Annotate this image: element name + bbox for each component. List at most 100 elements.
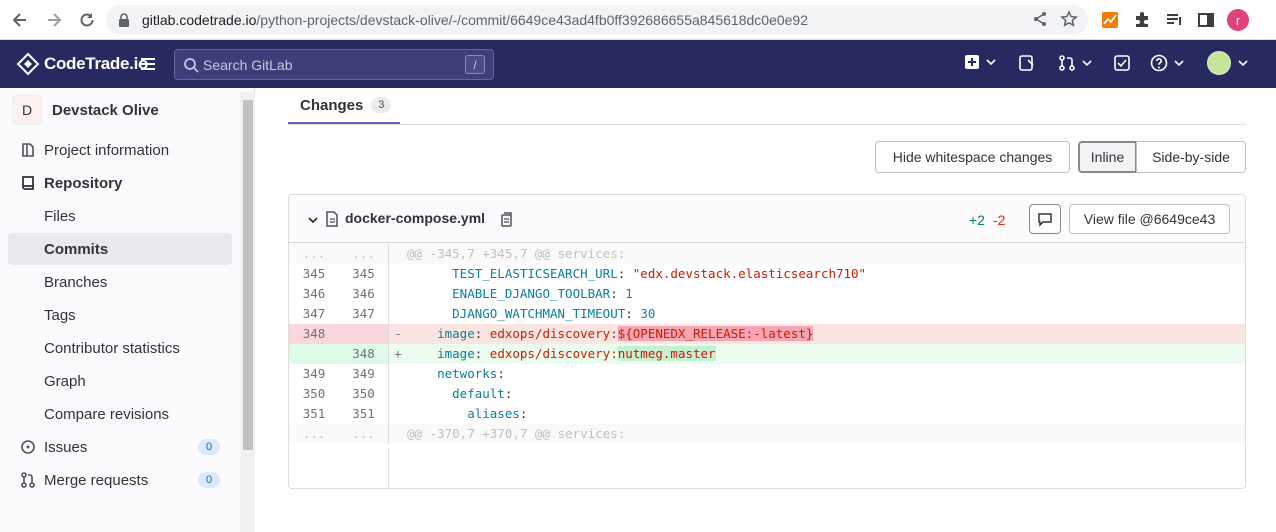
comment-button[interactable]: [1029, 204, 1061, 234]
old-line-number[interactable]: 346: [289, 284, 339, 304]
chevron-down-icon: [986, 59, 996, 66]
diff-file-header: docker-compose.yml +2 -2 View file @6649…: [289, 195, 1245, 243]
new-line-number[interactable]: 348: [339, 344, 389, 364]
new-line-number[interactable]: 347: [339, 304, 389, 324]
hunk-text: @@ -345,7 +345,7 @@ services:: [407, 246, 626, 261]
gitlab-top-nav: CodeTrade.io Search GitLab /: [0, 40, 1276, 88]
sidebar-scrollbar-thumb[interactable]: [243, 100, 253, 450]
old-line-number[interactable]: 347: [289, 304, 339, 324]
line-code: TEST_ELASTICSEARCH_URL: "edx.devstack.el…: [407, 266, 867, 281]
view-file-button[interactable]: View file @6649ce43: [1069, 204, 1230, 234]
side-panel-icon[interactable]: [1196, 10, 1216, 30]
sidebar-item-compare-revisions[interactable]: Compare revisions: [8, 398, 232, 430]
sidebar-item-label: Graph: [44, 372, 86, 390]
help-dropdown[interactable]: [1150, 54, 1184, 72]
reload-icon[interactable]: [77, 10, 97, 30]
merge-request-icon: [1059, 55, 1075, 71]
line-code: ENABLE_DJANGO_TOOLBAR: 1: [407, 286, 633, 301]
sidebar-item-branches[interactable]: Branches: [8, 266, 232, 298]
hunk-text: @@ -370,7 +370,7 @@ services:: [407, 426, 626, 441]
diff-file-name[interactable]: docker-compose.yml: [345, 210, 485, 226]
profile-avatar[interactable]: r: [1227, 9, 1249, 31]
new-line-number[interactable]: 350: [339, 384, 389, 404]
logo-icon: [16, 52, 40, 76]
diff-line: 350 350 default:: [289, 384, 1245, 404]
hide-whitespace-button[interactable]: Hide whitespace changes: [875, 141, 1070, 173]
changes-count-badge: 3: [371, 97, 392, 113]
old-line-number[interactable]: 349: [289, 364, 339, 384]
diff-line-added: 348 + image: edxops/discovery:nutmeg.mas…: [289, 344, 1245, 364]
copy-path-icon[interactable]: [499, 211, 513, 230]
share-icon[interactable]: [1032, 11, 1048, 30]
tab-changes[interactable]: Changes 3: [288, 88, 400, 124]
sidebar-item-issues[interactable]: Issues 0: [8, 431, 232, 463]
sidebar-item-label: Merge requests: [44, 471, 149, 489]
sidebar-item-contributor-statistics[interactable]: Contributor statistics: [8, 332, 232, 364]
new-line-number[interactable]: 346: [339, 284, 389, 304]
help-icon: [1150, 54, 1168, 72]
sidebar-item-graph[interactable]: Graph: [8, 365, 232, 397]
sidebar-item-label: Project information: [44, 141, 170, 159]
old-line-number[interactable]: ...: [289, 244, 339, 264]
browser-toolbar: gitlab.codetrade.io/python-projects/devs…: [0, 0, 1276, 40]
diff-hunk-header: ... ... @@ -370,7 +370,7 @@ services:: [289, 424, 1245, 444]
search-input[interactable]: Search GitLab /: [174, 49, 494, 80]
new-line-number[interactable]: [339, 324, 389, 344]
old-line-number[interactable]: 350: [289, 384, 339, 404]
merge-requests-nav-dropdown[interactable]: [1058, 54, 1092, 72]
project-avatar: D: [12, 95, 42, 125]
new-line-number[interactable]: 349: [339, 364, 389, 384]
old-line-number[interactable]: [289, 344, 339, 364]
diff-hunk-header: ... ... @@ -345,7 +345,7 @@ services:: [289, 244, 1245, 264]
deletions-count: -2: [993, 212, 1006, 228]
sidebar-item-commits[interactable]: Commits: [8, 233, 232, 265]
sidebar-item-merge-requests[interactable]: Merge requests 0: [8, 464, 232, 496]
address-bar[interactable]: gitlab.codetrade.io/python-projects/devs…: [106, 5, 1088, 35]
forward-arrow-icon[interactable]: [44, 10, 64, 30]
line-code: DJANGO_WATCHMAN_TIMEOUT: 30: [407, 306, 656, 321]
sidebar-item-files[interactable]: Files: [8, 200, 232, 232]
extension-chart-icon[interactable]: [1100, 10, 1120, 30]
file-icon: [325, 211, 339, 230]
sidebar-item-label: Repository: [44, 174, 123, 192]
chevron-down-icon[interactable]: [307, 213, 319, 229]
tab-label: Changes: [300, 96, 364, 114]
diff-line: 351 351 aliases:: [289, 404, 1245, 424]
line-code: networks:: [407, 366, 505, 381]
old-line-number[interactable]: 351: [289, 404, 339, 424]
old-line-number[interactable]: 345: [289, 264, 339, 284]
logo-text: CodeTrade.io: [44, 54, 149, 73]
inline-view-button[interactable]: Inline: [1078, 141, 1137, 173]
back-arrow-icon[interactable]: [10, 10, 30, 30]
user-avatar[interactable]: [1207, 51, 1231, 75]
side-by-side-view-button[interactable]: Side-by-side: [1136, 141, 1246, 173]
issues-nav-icon[interactable]: [1018, 54, 1036, 72]
new-line-number[interactable]: ...: [339, 424, 389, 444]
codetrade-logo[interactable]: CodeTrade.io: [16, 52, 148, 76]
line-code: aliases:: [407, 406, 528, 421]
project-header[interactable]: D Devstack Olive: [12, 95, 159, 125]
old-line-number[interactable]: 348: [289, 324, 339, 344]
line-code: image: edxops/discovery:nutmeg.master: [407, 346, 716, 361]
old-line-number[interactable]: ...: [289, 424, 339, 444]
diff-line: 349 349 networks:: [289, 364, 1245, 384]
sidebar-item-label: Files: [44, 207, 76, 225]
search-icon: [183, 57, 199, 76]
merge-request-icon: [20, 472, 36, 492]
new-line-number[interactable]: ...: [339, 244, 389, 264]
sidebar-item-label: Contributor statistics: [44, 339, 180, 357]
todo-check-icon[interactable]: [1113, 54, 1131, 72]
sidebar-item-repository[interactable]: Repository: [8, 167, 232, 199]
new-line-number[interactable]: 345: [339, 264, 389, 284]
sidebar-item-tags[interactable]: Tags: [8, 299, 232, 331]
added-marker: +: [394, 346, 402, 361]
chevron-down-icon[interactable]: [1238, 58, 1248, 68]
new-line-number[interactable]: 351: [339, 404, 389, 424]
new-item-dropdown[interactable]: [964, 54, 996, 70]
lock-icon: [118, 13, 130, 30]
sidebar-item-project-information[interactable]: Project information: [8, 134, 232, 166]
extensions-puzzle-icon[interactable]: [1132, 10, 1152, 30]
menu-hamburger-icon[interactable]: [139, 55, 157, 76]
bookmark-star-icon[interactable]: [1060, 10, 1078, 31]
reading-list-icon[interactable]: [1164, 10, 1184, 30]
